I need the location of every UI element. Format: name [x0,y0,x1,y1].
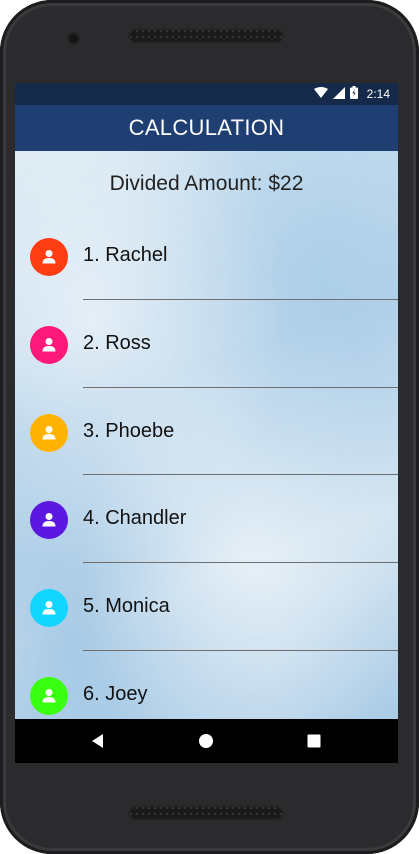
front-camera [69,34,78,43]
navigation-bar [15,719,398,763]
app-title: CALCULATION [128,115,285,140]
bottom-speaker [128,805,284,821]
list-item-person-1[interactable]: 1. Rachel [15,217,398,305]
list-item-person-3[interactable]: 3. Phoebe [15,393,398,481]
person-icon [42,513,56,527]
phone-frame: 2:14 CALCULATION Divided Amount: $22 1. … [0,0,419,854]
status-time: 2:14 [366,87,390,101]
avatar [30,677,68,715]
person-name: 2. Ross [83,332,151,354]
signal-icon [332,86,345,102]
divider [83,650,398,651]
divider [83,299,398,300]
avatar [30,414,68,452]
recents-icon [307,734,321,748]
avatar [30,326,68,364]
app-bar: CALCULATION [15,105,398,151]
top-speaker [128,28,284,44]
avatar [30,501,68,539]
divided-amount-label: Divided Amount: $22 [109,172,304,195]
recents-button[interactable] [292,719,336,763]
avatar [30,589,68,627]
list-item-person-4[interactable]: 4. Chandler [15,480,398,568]
divider [83,562,398,563]
person-icon [42,426,56,440]
list-item-person-6[interactable]: 6. Joey [15,656,398,719]
battery-icon [349,86,358,102]
list-item-person-2[interactable]: 2. Ross [15,305,398,393]
avatar [30,238,68,276]
back-icon [92,734,103,748]
people-list-content[interactable]: Divided Amount: $22 1. Rachel 2. Ross 3.… [15,151,398,719]
back-button[interactable] [76,719,120,763]
home-icon [199,734,213,748]
divider [83,387,398,388]
person-name: 5. Monica [83,595,170,617]
person-name: 3. Phoebe [83,420,175,442]
wifi-icon [313,86,328,102]
person-icon [42,250,56,264]
person-icon [42,601,56,615]
person-name: 6. Joey [83,683,148,705]
home-button[interactable] [184,719,228,763]
person-name: 1. Rachel [83,244,168,266]
screen: 2:14 CALCULATION Divided Amount: $22 1. … [15,83,398,763]
person-icon [42,689,56,703]
status-bar: 2:14 [15,83,398,105]
person-icon [42,338,56,352]
list-item-person-5[interactable]: 5. Monica [15,568,398,656]
divider [83,474,398,475]
person-name: 4. Chandler [83,507,187,529]
